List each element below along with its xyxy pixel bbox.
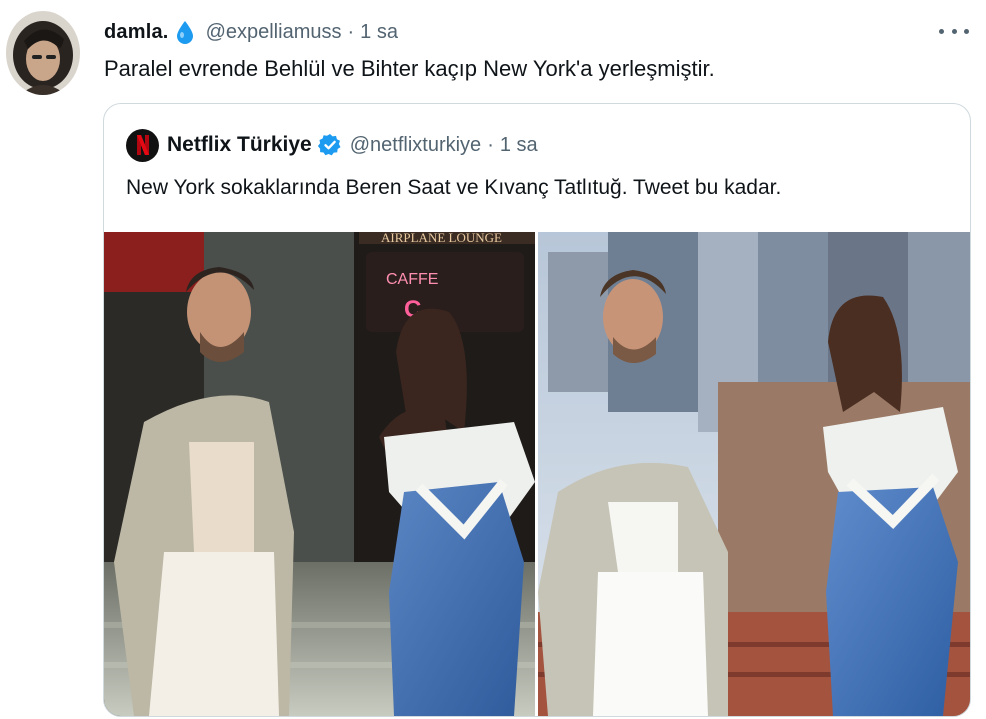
tweet-header: damla. @expelliamuss · 1 sa [104, 18, 398, 46]
tweet-text: Paralel evrende Behlül ve Bihter kaçıp N… [104, 56, 715, 81]
photo-street-scene: AIRPLANE LOUNGE CAFFE C [104, 232, 535, 716]
svg-text:AIRPLANE LOUNGE: AIRPLANE LOUNGE [381, 232, 502, 245]
quoted-tweet-text: New York sokaklarında Beren Saat ve Kıva… [126, 176, 782, 199]
water-drop-icon [176, 20, 194, 44]
quoted-tweet-header: Netflix Türkiye @netflixturkiye · 1 sa [126, 128, 538, 162]
verified-badge-icon [317, 133, 342, 157]
quoted-user-handle[interactable]: @netflixturkiye [350, 134, 481, 157]
avatar[interactable] [6, 11, 80, 95]
avatar-image [6, 11, 80, 95]
photo-rooftop-scene [538, 232, 970, 716]
display-name[interactable]: damla. [104, 21, 169, 44]
tweet[interactable]: damla. @expelliamuss · 1 sa Paralel evre… [0, 0, 986, 719]
neon-sign-text: CAFFE [386, 271, 438, 288]
netflix-logo-icon[interactable] [126, 128, 159, 162]
quoted-display-name[interactable]: Netflix Türkiye [167, 133, 312, 157]
user-handle[interactable]: @expelliamuss [206, 21, 342, 44]
tweet-photo-street[interactable]: AIRPLANE LOUNGE CAFFE C [104, 232, 535, 716]
more-horizontal-icon[interactable] [939, 20, 969, 42]
timestamp[interactable]: 1 sa [360, 21, 398, 44]
separator-dot: · [347, 20, 355, 43]
quoted-separator-dot: · [487, 133, 494, 156]
quoted-timestamp[interactable]: 1 sa [500, 134, 538, 157]
quoted-tweet[interactable]: Netflix Türkiye @netflixturkiye · 1 sa N… [103, 103, 971, 717]
tweet-photo-rooftop[interactable] [538, 232, 970, 716]
